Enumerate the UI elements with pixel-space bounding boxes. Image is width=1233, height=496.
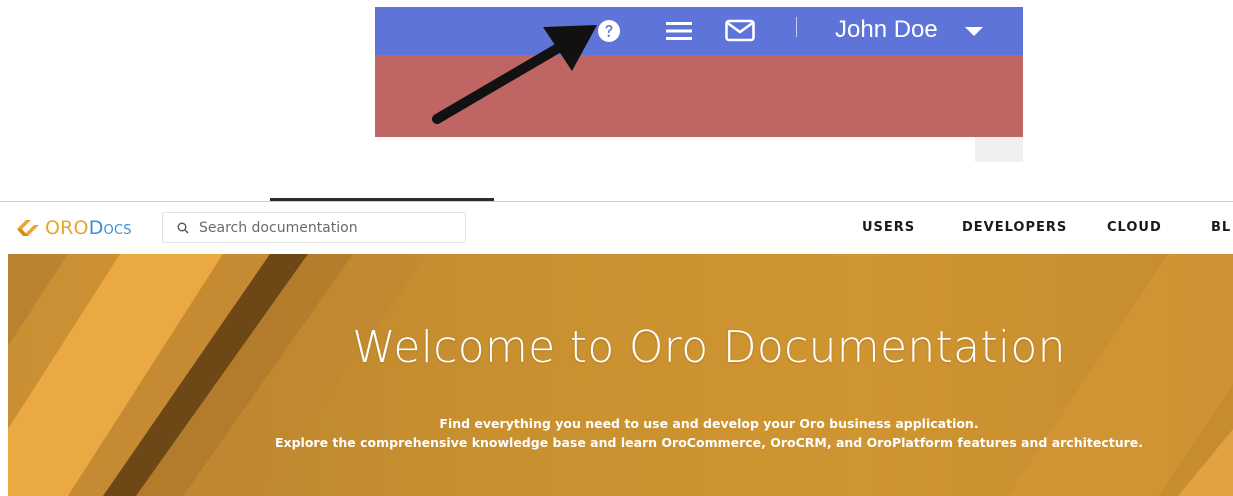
hero-title: Welcome to Oro Documentation	[352, 322, 1066, 373]
highlight-bar	[375, 55, 1023, 137]
hero-subtitle-line1: Find everything you need to use and deve…	[439, 416, 979, 431]
hero-banner: Welcome to Oro Documentation Find everyt…	[8, 254, 1233, 496]
grey-block	[975, 137, 1023, 162]
logo-oro-text: ORO	[45, 217, 89, 239]
search-box[interactable]	[162, 212, 466, 243]
hamburger-menu-icon[interactable]	[666, 7, 692, 55]
hero-subtitle-line2: Explore the comprehensive knowledge base…	[274, 435, 1144, 450]
app-topbar: John Doe	[375, 7, 1023, 55]
nav-developers[interactable]: DEVELOPERS	[962, 202, 1067, 254]
site-header: ORODocs USERS DEVELOPERS CLOUD BL	[0, 202, 1233, 254]
user-name[interactable]: John Doe	[835, 7, 938, 55]
logo-docs-text: Docs	[88, 217, 132, 239]
app-topbar-callout: John Doe	[375, 7, 1023, 162]
help-circle-icon[interactable]	[597, 7, 621, 55]
orodocs-logo[interactable]: ORO Docs	[14, 215, 132, 241]
hero-stripes	[8, 254, 1233, 496]
caret-down-icon[interactable]	[965, 7, 983, 55]
nav-cloud[interactable]: CLOUD	[1107, 202, 1162, 254]
divider	[796, 17, 797, 37]
search-input[interactable]	[197, 218, 451, 237]
nav-users[interactable]: USERS	[862, 202, 915, 254]
nav-blog[interactable]: BL	[1211, 202, 1231, 254]
search-icon	[177, 222, 189, 234]
oro-diamond-icon	[17, 220, 39, 236]
mail-icon[interactable]	[725, 7, 755, 55]
